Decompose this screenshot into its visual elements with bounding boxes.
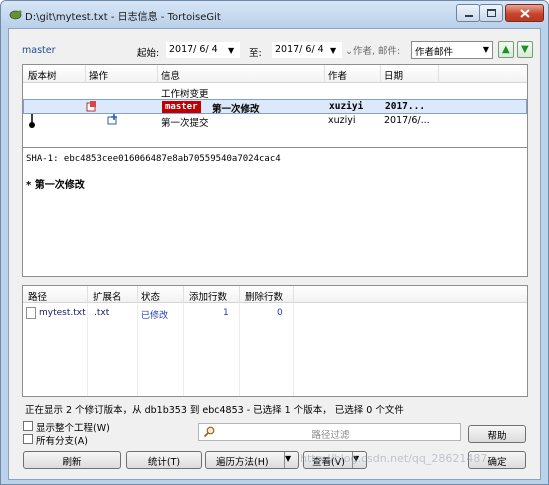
search-label-text: 作者, 邮件: — [352, 46, 401, 57]
search-label[interactable]: ⌄作者, 邮件: — [345, 41, 411, 59]
column-gridline — [293, 303, 294, 396]
path-filter-placeholder: 路径过滤 — [311, 430, 350, 441]
window-title: D:\git\mytest.txt - 日志信息 - TortoiseGit — [25, 12, 221, 23]
file-lines-added: 1 — [223, 308, 229, 318]
minimize-button[interactable] — [456, 4, 480, 22]
arrow-down-icon: ▼ — [521, 44, 529, 55]
from-date-value: 2017/ 6/ 4 — [169, 44, 218, 55]
client-area: master 起始: 2017/ 6/ 4 ▼ 至: 2017/ 6/ 4 ▼ … — [8, 28, 541, 480]
files-header: 路径 扩展名 状态 添加行数 删除行数 — [23, 286, 527, 303]
row-message: 第一次提交 — [161, 118, 209, 129]
all-branches-label[interactable]: 所有分支(A) — [36, 433, 88, 447]
commit-message: * 第一次修改 — [26, 180, 85, 191]
walk-behavior-button[interactable]: 遍历方法(H) ▼ — [205, 451, 299, 469]
chevron-down-icon: ▼ — [330, 46, 337, 55]
column-divider[interactable] — [380, 65, 381, 83]
table-row-selected[interactable]: master 第一次修改 xuziyi 2017... — [23, 99, 527, 115]
log-list-header: 版本树 操作 信息 作者 日期 — [23, 65, 527, 83]
row-author: xuziyi — [328, 115, 356, 126]
column-header-message[interactable]: 信息 — [161, 68, 180, 82]
column-divider[interactable] — [157, 65, 158, 83]
walk-behavior-label: 遍历方法(H) — [216, 457, 269, 468]
column-divider[interactable] — [239, 286, 240, 303]
column-header-lines-deleted[interactable]: 删除行数 — [245, 289, 283, 303]
branch-label[interactable]: master — [22, 45, 56, 56]
row-message: 工作树变更 — [161, 89, 209, 100]
whole-project-checkbox[interactable] — [23, 421, 33, 431]
row-date: 2017/6/... — [384, 115, 430, 126]
commit-sha[interactable]: SHA-1: ebc4853cee016066487e8ab70559540a7… — [26, 154, 281, 164]
to-date-value: 2017/ 6/ 4 — [275, 44, 324, 55]
column-divider[interactable] — [183, 286, 184, 303]
changed-files-list[interactable]: 路径 扩展名 状态 添加行数 删除行数 mytest.txt .txt 已修改 — [22, 285, 528, 397]
table-row[interactable]: 工作树变更 — [23, 85, 527, 100]
minimize-icon — [465, 15, 473, 17]
all-branches-checkbox[interactable] — [23, 434, 33, 444]
file-path: mytest.txt — [39, 308, 86, 318]
text-file-icon — [26, 307, 36, 319]
column-header-extension[interactable]: 扩展名 — [93, 289, 122, 303]
added-action-icon — [107, 114, 117, 125]
arrow-up-icon: ▲ — [502, 44, 510, 55]
file-status: 已修改 — [141, 311, 169, 321]
statistics-button[interactable]: 统计(T) — [126, 451, 202, 469]
column-gridline — [137, 303, 138, 396]
file-extension: .txt — [94, 308, 110, 318]
search-field-combo[interactable]: 作者邮件 ▼ — [411, 41, 493, 59]
column-divider[interactable] — [137, 286, 138, 303]
chevron-down-icon[interactable]: ▼ — [284, 452, 298, 468]
watermark-text: http://blog.csdn.net/qq_28621487 — [300, 452, 488, 465]
title-bar[interactable]: D:\git\mytest.txt - 日志信息 - TortoiseGit — [1, 1, 548, 27]
refresh-button[interactable]: 刷新 — [23, 451, 121, 469]
column-header-status[interactable]: 状态 — [141, 289, 160, 303]
close-icon — [520, 9, 530, 18]
to-date-picker[interactable]: 2017/ 6/ 4 ▼ — [271, 41, 343, 59]
previous-result-button[interactable]: ▲ — [498, 41, 514, 58]
search-field-value: 作者邮件 — [415, 47, 454, 58]
column-gridline — [239, 303, 240, 396]
from-date-picker[interactable]: 2017/ 6/ 4 ▼ — [165, 41, 241, 59]
tortoisegit-icon — [9, 10, 22, 20]
file-lines-deleted: 0 — [277, 308, 283, 318]
row-author: xuziyi — [329, 101, 364, 112]
maximize-button[interactable] — [479, 4, 503, 22]
commit-message-pane[interactable]: SHA-1: ebc4853cee016066487e8ab70559540a7… — [22, 147, 528, 277]
column-divider[interactable] — [293, 286, 294, 303]
chevron-down-icon: ▼ — [228, 46, 235, 55]
next-result-button[interactable]: ▼ — [517, 41, 533, 58]
to-label: 至: — [249, 48, 262, 59]
from-label: 起始: — [137, 48, 160, 59]
column-header-date[interactable]: 日期 — [384, 68, 403, 82]
status-text: 正在显示 2 个修订版本，从 db1b353 到 ebc4853 - 已选择 1… — [25, 405, 404, 416]
column-header-path[interactable]: 路径 — [28, 289, 47, 303]
row-message: 第一次修改 — [212, 104, 260, 115]
column-header-actions[interactable]: 操作 — [89, 68, 108, 82]
whole-project-label[interactable]: 显示整个工程(W) — [36, 420, 110, 434]
column-gridline — [87, 303, 88, 396]
column-header-author[interactable]: 作者 — [328, 68, 347, 82]
column-divider[interactable] — [87, 286, 88, 303]
column-header-lines-added[interactable]: 添加行数 — [189, 289, 227, 303]
branch-tag-master: master — [162, 101, 201, 113]
path-filter-input[interactable]: 路径过滤 — [198, 423, 461, 441]
row-date: 2017... — [385, 101, 426, 112]
column-divider[interactable] — [438, 65, 439, 83]
close-button[interactable] — [505, 4, 544, 22]
table-row[interactable]: 第一次提交 xuziyi 2017/6/... — [23, 114, 527, 129]
column-header-graph[interactable]: 版本树 — [28, 68, 57, 82]
column-divider[interactable] — [85, 65, 86, 83]
maximize-icon — [487, 9, 496, 17]
modified-action-icon — [86, 101, 96, 112]
column-divider[interactable] — [324, 65, 325, 83]
log-window: D:\git\mytest.txt - 日志信息 - TortoiseGit m… — [0, 0, 549, 485]
column-gridline — [183, 303, 184, 396]
chevron-down-icon: ▼ — [482, 45, 489, 54]
search-dropdown-icon: ⌄ — [345, 46, 353, 57]
help-button[interactable]: 帮助 — [468, 425, 526, 443]
